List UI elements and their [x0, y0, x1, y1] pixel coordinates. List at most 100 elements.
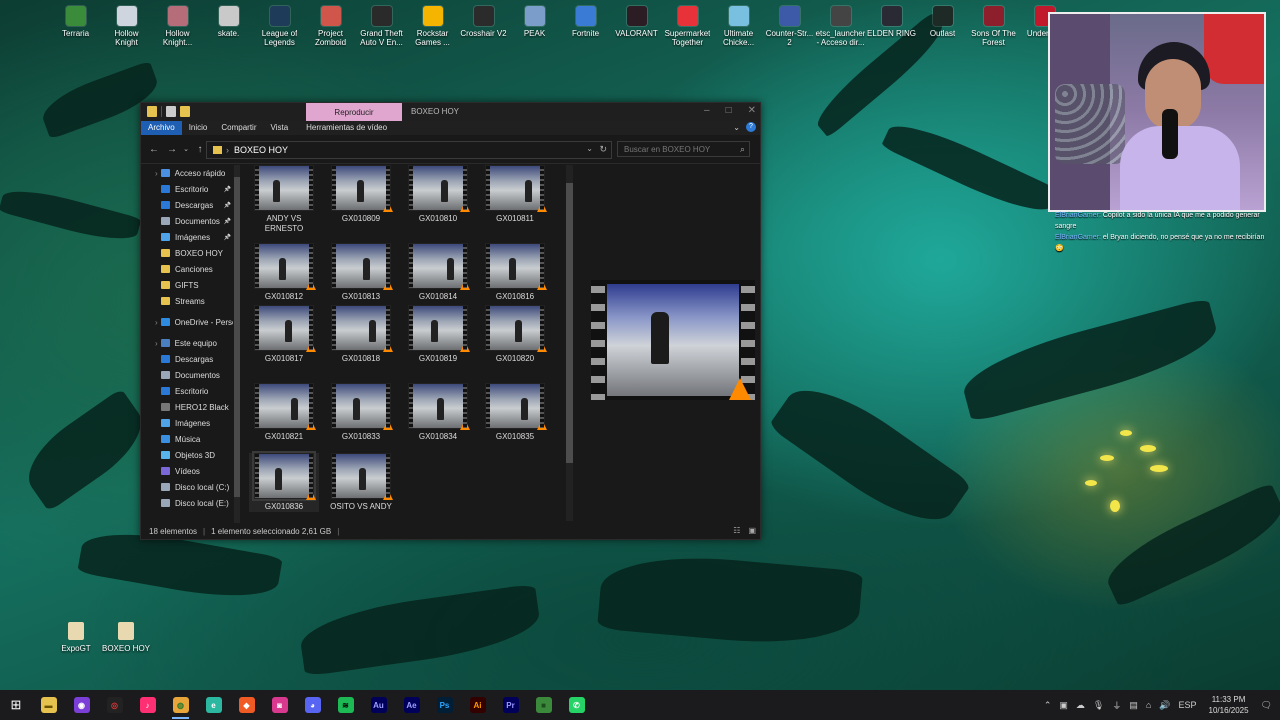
- file-item[interactable]: GX010820: [480, 305, 550, 364]
- close-button[interactable]: ✕: [748, 105, 756, 116]
- new-folder-icon[interactable]: [180, 106, 190, 117]
- network-icon[interactable]: ⌂: [1146, 700, 1151, 710]
- desktop-icon-expogt[interactable]: ExpoGT: [51, 622, 101, 653]
- sidebar-item[interactable]: Streams: [141, 293, 233, 309]
- sidebar-item[interactable]: Imágenes: [141, 415, 233, 431]
- onedrive-icon[interactable]: ☁: [1076, 700, 1085, 711]
- tab-vista[interactable]: Vista: [264, 121, 296, 135]
- taskbar-app-audition[interactable]: Au: [362, 690, 395, 720]
- sidebar-item[interactable]: › Acceso rápido: [141, 165, 233, 181]
- sidebar-item[interactable]: HERO12 Black: [141, 399, 233, 415]
- file-item[interactable]: GX010836: [249, 451, 319, 512]
- sidebar-item[interactable]: GIFTS: [141, 277, 233, 293]
- file-item[interactable]: ANDY VS ERNESTO: [249, 165, 319, 234]
- desktop-icon[interactable]: skate.: [203, 4, 254, 52]
- desktop-icon[interactable]: Hollow Knight: [101, 4, 152, 52]
- file-list-scrollbar[interactable]: [566, 165, 573, 521]
- file-item[interactable]: GX010819: [403, 305, 473, 364]
- taskbar-app-edge[interactable]: e: [197, 690, 230, 720]
- file-item[interactable]: GX010821: [249, 383, 319, 442]
- file-item[interactable]: GX010817: [249, 305, 319, 364]
- sidebar-item[interactable]: › OneDrive - Persor: [141, 314, 233, 330]
- file-item[interactable]: GX010818: [326, 305, 396, 364]
- minimize-button[interactable]: –: [704, 105, 710, 116]
- breadcrumb[interactable]: BOXEO HOY: [234, 145, 288, 155]
- file-item[interactable]: GX010816: [480, 243, 550, 302]
- desktop-icon[interactable]: Terraria: [50, 4, 101, 52]
- file-item[interactable]: GX010812: [249, 243, 319, 302]
- help-icon[interactable]: ?: [746, 122, 756, 132]
- address-dropdown-icon[interactable]: ⌄: [586, 144, 593, 153]
- taskbar-app-obs[interactable]: ◉: [65, 690, 98, 720]
- taskbar-app-brave[interactable]: ◆: [230, 690, 263, 720]
- start-button[interactable]: ⊞: [0, 690, 32, 720]
- language-indicator[interactable]: ESP: [1179, 700, 1197, 710]
- desktop-icon-boxeo-hoy[interactable]: BOXEO HOY: [101, 622, 151, 653]
- taskbar-app-discord[interactable]: ◕: [296, 690, 329, 720]
- sidebar-item[interactable]: Canciones: [141, 261, 233, 277]
- taskbar-app-tiktok[interactable]: ♪: [131, 690, 164, 720]
- sidebar-item[interactable]: BOXEO HOY: [141, 245, 233, 261]
- desktop-icon[interactable]: Grand Theft Auto V En...: [356, 4, 407, 52]
- file-item[interactable]: GX010834: [403, 383, 473, 442]
- chevron-up-icon[interactable]: ⌃: [1044, 700, 1052, 711]
- sidebar-item[interactable]: Descargas: [141, 197, 233, 213]
- desktop-icon[interactable]: Fortnite: [560, 4, 611, 52]
- tray-app-icon[interactable]: ▣: [1059, 700, 1068, 711]
- microphone-icon[interactable]: 🎙: [1093, 700, 1104, 711]
- notifications-icon[interactable]: 🗨: [1261, 700, 1272, 711]
- file-item[interactable]: GX010835: [480, 383, 550, 442]
- file-item[interactable]: GX010833: [326, 383, 396, 442]
- sidebar-item[interactable]: Descargas: [141, 351, 233, 367]
- back-arrow-icon[interactable]: ←: [145, 144, 163, 155]
- sidebar-item[interactable]: › Este equipo: [141, 335, 233, 351]
- properties-icon[interactable]: [166, 106, 176, 117]
- desktop-icon[interactable]: Ultimate Chicke...: [713, 4, 764, 52]
- sidebar-item[interactable]: Vídeos: [141, 463, 233, 479]
- file-item[interactable]: OSITO VS ANDY: [326, 453, 396, 512]
- sidebar-item[interactable]: Disco local (C:): [141, 479, 233, 495]
- desktop-icon[interactable]: VALORANT: [611, 4, 662, 52]
- usb-icon[interactable]: ⏚: [1112, 699, 1121, 712]
- taskbar-app-premiere[interactable]: Pr: [494, 690, 527, 720]
- taskbar-app-after-effects[interactable]: Ae: [395, 690, 428, 720]
- file-item[interactable]: GX010811: [480, 165, 550, 224]
- display-icon[interactable]: ▤: [1129, 700, 1138, 711]
- navigation-pane-scrollbar[interactable]: [234, 165, 240, 523]
- desktop-icon[interactable]: Supermarket Together: [662, 4, 713, 52]
- file-item[interactable]: GX010810: [403, 165, 473, 224]
- file-item[interactable]: GX010813: [326, 243, 396, 302]
- desktop-icon[interactable]: etsc_launcher - Acceso dir...: [815, 4, 866, 52]
- taskbar-app-explorer[interactable]: ▬: [32, 690, 65, 720]
- address-bar[interactable]: › BOXEO HOY ⌄ ↻: [206, 141, 612, 159]
- chevron-right-icon[interactable]: ›: [155, 339, 158, 348]
- taskbar-app-photoshop[interactable]: Ps: [428, 690, 461, 720]
- tab-herramientas-de-video[interactable]: Herramientas de vídeo: [299, 121, 394, 135]
- large-icons-view-icon[interactable]: ▣: [748, 526, 756, 535]
- taskbar-app-capcut[interactable]: ◎: [98, 690, 131, 720]
- search-input[interactable]: Buscar en BOXEO HOY ⌕: [617, 141, 750, 157]
- recent-locations-icon[interactable]: ⌄: [181, 145, 191, 153]
- desktop-icon[interactable]: Counter-Str... 2: [764, 4, 815, 52]
- sidebar-item[interactable]: Música: [141, 431, 233, 447]
- taskbar-app-instagram[interactable]: ◙: [263, 690, 296, 720]
- desktop-icon[interactable]: Sons Of The Forest: [968, 4, 1019, 52]
- taskbar-app-spotify[interactable]: ≋: [329, 690, 362, 720]
- desktop-icon[interactable]: Crosshair V2: [458, 4, 509, 52]
- title-bar[interactable]: Reproducir BOXEO HOY – □ ✕: [141, 103, 760, 121]
- sidebar-item[interactable]: Objetos 3D: [141, 447, 233, 463]
- tab-archivo[interactable]: Archivo: [141, 121, 182, 135]
- volume-icon[interactable]: 🔊: [1159, 700, 1170, 711]
- sidebar-item[interactable]: Documentos: [141, 367, 233, 383]
- desktop-icon[interactable]: PEAK: [509, 4, 560, 52]
- forward-arrow-icon[interactable]: →: [163, 144, 181, 155]
- expand-ribbon-icon[interactable]: ⌄: [733, 123, 740, 132]
- sidebar-item[interactable]: Imágenes: [141, 229, 233, 245]
- tab-reproducir[interactable]: Reproducir: [306, 103, 402, 121]
- desktop-icon[interactable]: League of Legends: [254, 4, 305, 52]
- sidebar-item[interactable]: Disco local (E:): [141, 495, 233, 511]
- taskbar-app-whatsapp[interactable]: ✆: [560, 690, 593, 720]
- sidebar-item[interactable]: Escritorio: [141, 181, 233, 197]
- desktop-icon[interactable]: Hollow Knight...: [152, 4, 203, 52]
- maximize-button[interactable]: □: [726, 105, 732, 116]
